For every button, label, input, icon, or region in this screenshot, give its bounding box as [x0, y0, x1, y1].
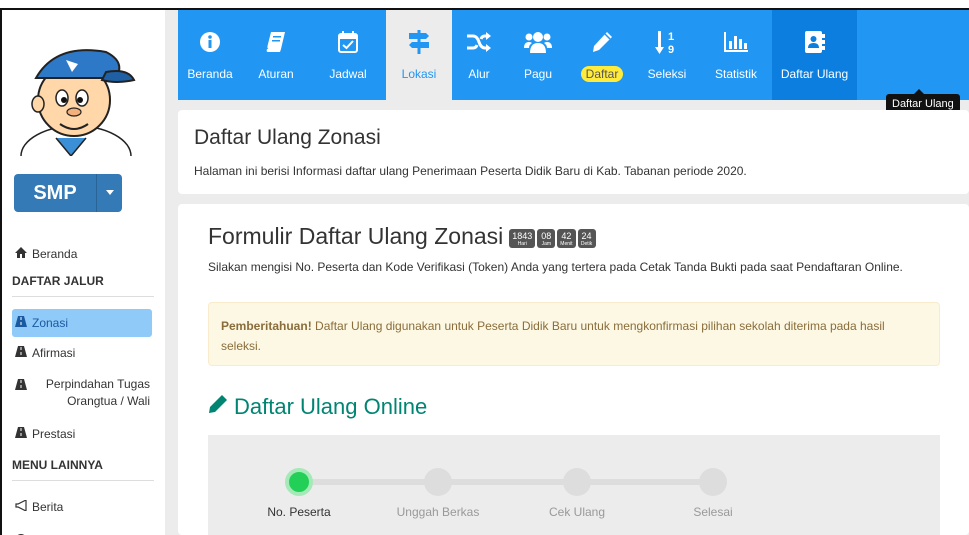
page-description: Halaman ini berisi Informasi daftar ulan…	[194, 164, 747, 178]
countdown-hours: 08 Jam	[537, 229, 556, 248]
window-left-border	[0, 8, 2, 535]
countdown-days: 1843 Hari	[509, 229, 536, 248]
nav-daftar-ulang[interactable]: Daftar Ulang	[772, 10, 857, 100]
sidebar-item-label: Perpindahan Tugas Orangtua / Wali	[45, 377, 150, 408]
notice-alert: Pemberitahuan! Daftar Ulang digunakan un…	[208, 302, 940, 366]
nav-label: Aturan	[258, 67, 294, 81]
sidebar-item-label: Berita	[32, 500, 64, 514]
form-panel: Formulir Daftar Ulang Zonasi 1843 Hari 0…	[178, 204, 969, 535]
online-section-title: Daftar Ulang Online	[208, 394, 427, 420]
countdown-unit: Hari	[517, 241, 527, 247]
level-button-label: SMP	[14, 174, 97, 212]
sidebar-section-menu: MENU LAINNYA	[12, 458, 103, 472]
step-label: Cek Ulang	[548, 505, 606, 519]
mascot-logo	[20, 49, 136, 156]
progress-stepper: No. Peserta Unggah Berkas Cek Ulang Sele…	[208, 435, 940, 535]
sidebar-item-label: Prestasi	[32, 427, 76, 441]
bar-chart-icon	[721, 27, 751, 57]
nav-label: Pagu	[523, 67, 553, 81]
top-navigation: Beranda Aturan Jadwal Lokasi Alur Pagu D…	[178, 10, 969, 100]
nav-seleksi[interactable]: 19 Seleksi	[634, 10, 700, 100]
countdown-minutes: 42 Menit	[557, 229, 576, 248]
svg-text:1: 1	[668, 31, 674, 43]
nav-label: Jadwal	[329, 67, 367, 81]
nav-label: Daftar Ulang	[780, 67, 849, 81]
nav-lokasi[interactable]: Lokasi	[386, 10, 452, 100]
pencil-icon	[208, 394, 228, 420]
nav-aturan[interactable]: Aturan	[242, 10, 310, 100]
address-book-icon	[800, 27, 830, 57]
sidebar-item-perpindahan[interactable]: Perpindahan Tugas Orangtua / Wali	[14, 376, 154, 410]
stepper-track	[299, 479, 716, 485]
countdown-value: 1843	[512, 231, 533, 241]
sidebar-item-label: Zonasi	[32, 316, 69, 330]
alert-text: Daftar Ulang digunakan untuk Peserta Did…	[221, 319, 885, 353]
form-description: Silakan mengisi No. Peserta dan Kode Ver…	[208, 260, 903, 274]
step-dot[interactable]	[563, 468, 591, 496]
signpost-icon	[404, 27, 434, 57]
sort-numeric-icon: 19	[652, 27, 682, 57]
nav-label: Beranda	[187, 67, 233, 81]
sidebar-link-beranda[interactable]: Beranda	[14, 247, 77, 261]
nav-daftar[interactable]: Daftar	[570, 10, 634, 100]
nav-label: Seleksi	[647, 67, 687, 81]
window-top-edge	[0, 0, 969, 8]
random-icon	[464, 27, 494, 57]
pencil-icon	[587, 27, 617, 57]
road-icon	[14, 316, 28, 327]
page-title: Daftar Ulang Zonasi	[194, 126, 381, 149]
step-dot[interactable]	[699, 468, 727, 496]
calendar-check-icon	[333, 27, 363, 57]
countdown-unit: Detik	[580, 241, 593, 247]
home-icon	[14, 247, 28, 258]
nav-alur[interactable]: Alur	[452, 10, 506, 100]
nav-pagu[interactable]: Pagu	[506, 10, 570, 100]
svg-text:9: 9	[668, 44, 674, 55]
online-title-text: Daftar Ulang Online	[234, 394, 428, 419]
sidebar-item-prestasi[interactable]: Prestasi	[14, 427, 75, 441]
step-label: No. Peserta	[267, 505, 331, 519]
sidebar-section-jalur: DAFTAR JALUR	[12, 274, 104, 288]
road-icon	[14, 346, 28, 357]
nav-label-highlighted: Daftar	[580, 66, 624, 82]
countdown-unit: Jam	[541, 241, 552, 247]
window-top-border	[0, 8, 969, 10]
countdown-value: 08	[541, 231, 552, 241]
users-icon	[523, 27, 553, 57]
form-title-row: Formulir Daftar Ulang Zonasi 1843 Hari 0…	[208, 223, 596, 250]
sidebar: SMP Beranda DAFTAR JALUR Zonasi Afirmasi…	[2, 10, 165, 535]
sidebar-divider	[12, 480, 154, 481]
book-icon	[261, 27, 291, 57]
step-dot-active[interactable]	[285, 468, 313, 496]
countdown-timer: 1843 Hari 08 Jam 42 Menit 24 Detik	[509, 229, 596, 248]
bullhorn-icon	[14, 500, 28, 511]
alert-heading: Pemberitahuan!	[221, 319, 312, 333]
countdown-unit: Menit	[560, 241, 573, 247]
countdown-seconds: 24 Detik	[577, 229, 596, 248]
step-dot[interactable]	[424, 468, 452, 496]
road-icon	[14, 379, 28, 390]
form-title: Formulir Daftar Ulang Zonasi	[208, 223, 504, 249]
sidebar-link-label: Beranda	[32, 247, 78, 261]
page-header-panel: Daftar Ulang Zonasi Halaman ini berisi I…	[178, 110, 969, 194]
caret-down-icon	[97, 174, 122, 212]
sidebar-divider	[12, 296, 154, 297]
sidebar-item-afirmasi[interactable]: Afirmasi	[14, 346, 75, 360]
countdown-value: 24	[581, 231, 592, 241]
nav-jadwal[interactable]: Jadwal	[310, 10, 386, 100]
step-label: Unggah Berkas	[396, 505, 480, 519]
step-label: Selesai	[693, 505, 733, 519]
level-dropdown-button[interactable]: SMP	[14, 174, 122, 212]
countdown-value: 42	[561, 231, 572, 241]
info-circle-icon	[195, 27, 225, 57]
nav-label: Lokasi	[401, 67, 437, 81]
sidebar-item-zonasi[interactable]: Zonasi	[14, 316, 68, 330]
sidebar-item-label: Afirmasi	[32, 346, 76, 360]
nav-label: Alur	[468, 67, 490, 81]
nav-statistik[interactable]: Statistik	[700, 10, 772, 100]
nav-label: Statistik	[714, 67, 757, 81]
nav-beranda[interactable]: Beranda	[178, 10, 242, 100]
road-icon	[14, 427, 28, 438]
sidebar-item-berita[interactable]: Berita	[14, 500, 63, 514]
